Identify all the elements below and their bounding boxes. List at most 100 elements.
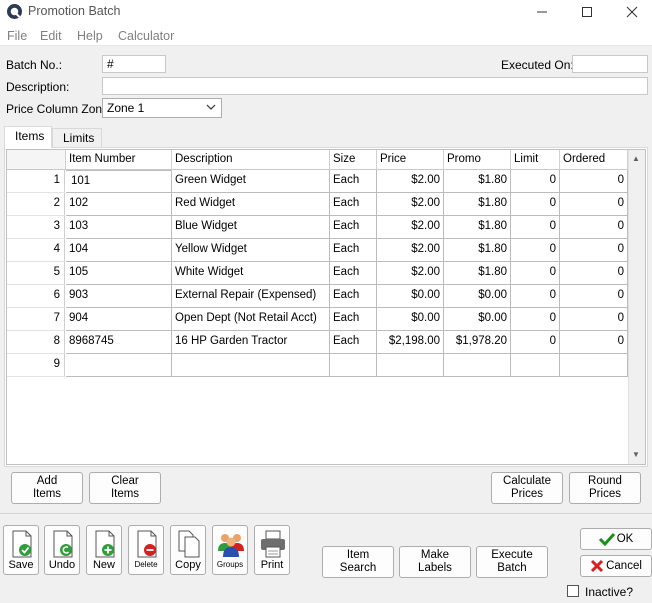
cell-price[interactable]: $0.00 [377,308,444,331]
cell-item-number[interactable]: 105 [66,262,172,285]
cell-promo[interactable]: $1.80 [444,239,511,262]
cell-description[interactable]: 16 HP Garden Tractor [172,331,330,354]
cell-ordered[interactable]: 0 [560,193,628,216]
cell-ordered[interactable]: 0 [560,170,628,193]
cell-description[interactable]: Yellow Widget [172,239,330,262]
cell-description[interactable]: Blue Widget [172,216,330,239]
batch-no-field[interactable]: # [102,55,166,73]
execute-batch-button[interactable]: Execute Batch [476,546,548,578]
cell-item-number[interactable]: 102 [66,193,172,216]
cancel-button[interactable]: Cancel [580,555,652,577]
item-search-button[interactable]: Item Search [322,546,394,578]
cell-ordered[interactable]: 0 [560,262,628,285]
executed-on-field[interactable] [572,55,648,73]
ok-button[interactable]: OK [580,528,652,550]
cell-ordered[interactable] [560,354,628,377]
col-limit[interactable]: Limit [511,150,560,170]
cell-limit[interactable]: 0 [511,193,560,216]
cell-price[interactable]: $2.00 [377,170,444,193]
cell-limit[interactable]: 0 [511,331,560,354]
cell-description[interactable] [172,354,330,377]
delete-button[interactable]: Delete [128,525,164,575]
tab-items[interactable]: Items [4,126,52,148]
cell-price[interactable] [377,354,444,377]
clear-items-button[interactable]: Clear Items [89,472,161,504]
scroll-down-icon[interactable]: ▼ [632,450,640,459]
col-item-number[interactable]: Item Number [66,150,172,170]
cell-ordered[interactable]: 0 [560,285,628,308]
cell-price[interactable]: $2,198.00 [377,331,444,354]
cell-price[interactable]: $2.00 [377,216,444,239]
make-labels-button[interactable]: Make Labels [399,546,471,578]
cell-promo[interactable] [444,354,511,377]
cell-description[interactable]: Open Dept (Not Retail Acct) [172,308,330,331]
col-description[interactable]: Description [172,150,330,170]
cell-price[interactable]: $2.00 [377,239,444,262]
items-grid[interactable]: Item Number Description Size Price Promo… [6,149,646,465]
cell-size[interactable]: Each [330,170,377,193]
cell-limit[interactable]: 0 [511,239,560,262]
tab-limits[interactable]: Limits [52,128,102,148]
col-ordered[interactable]: Ordered [560,150,628,170]
cell-promo[interactable]: $1.80 [444,262,511,285]
cell-limit[interactable] [511,354,560,377]
copy-button[interactable]: Copy [170,525,206,575]
scroll-up-icon[interactable]: ▲ [632,154,640,163]
cell-promo[interactable]: $1,978.20 [444,331,511,354]
cell-item-number[interactable]: 904 [66,308,172,331]
cell-item-number[interactable]: 101 [66,170,172,193]
col-promo[interactable]: Promo [444,150,511,170]
minimize-icon[interactable] [520,0,564,24]
cell-size[interactable]: Each [330,216,377,239]
print-button[interactable]: Print [254,525,290,575]
cell-promo[interactable]: $0.00 [444,308,511,331]
cell-ordered[interactable]: 0 [560,308,628,331]
cell-description[interactable]: White Widget [172,262,330,285]
cell-ordered[interactable]: 0 [560,216,628,239]
cell-promo[interactable]: $1.80 [444,170,511,193]
cell-limit[interactable]: 0 [511,216,560,239]
cell-description[interactable]: Red Widget [172,193,330,216]
col-price[interactable]: Price [377,150,444,170]
maximize-icon[interactable] [565,0,609,24]
cell-promo[interactable]: $1.80 [444,216,511,239]
cell-size[interactable]: Each [330,308,377,331]
inactive-checkbox[interactable] [567,585,579,597]
menu-calculator[interactable]: Calculator [118,29,174,43]
cell-promo[interactable]: $0.00 [444,285,511,308]
new-button[interactable]: New [86,525,122,575]
description-field[interactable] [102,77,648,95]
cell-limit[interactable]: 0 [511,308,560,331]
cell-size[interactable]: Each [330,239,377,262]
cell-limit[interactable]: 0 [511,170,560,193]
cell-item-number[interactable] [66,354,172,377]
cell-size[interactable]: Each [330,285,377,308]
cell-size[interactable]: Each [330,262,377,285]
grid-vertical-scrollbar[interactable]: ▲ ▼ [628,150,645,464]
cell-ordered[interactable]: 0 [560,239,628,262]
col-size[interactable]: Size [330,150,377,170]
cell-item-number[interactable]: 103 [66,216,172,239]
cell-description[interactable]: Green Widget [172,170,330,193]
cell-ordered[interactable]: 0 [560,331,628,354]
cell-price[interactable]: $2.00 [377,193,444,216]
cell-price[interactable]: $0.00 [377,285,444,308]
cell-item-number[interactable]: 903 [66,285,172,308]
close-icon[interactable] [610,0,652,24]
cell-size[interactable]: Each [330,193,377,216]
cell-limit[interactable]: 0 [511,262,560,285]
cell-size[interactable]: Each [330,331,377,354]
menu-edit[interactable]: Edit [40,29,62,43]
cell-price[interactable]: $2.00 [377,262,444,285]
groups-button[interactable]: Groups [212,525,248,575]
menu-help[interactable]: Help [77,29,103,43]
round-prices-button[interactable]: Round Prices [569,472,641,504]
cell-limit[interactable]: 0 [511,285,560,308]
add-items-button[interactable]: Add Items [11,472,83,504]
cell-promo[interactable]: $1.80 [444,193,511,216]
menu-file[interactable]: File [7,29,27,43]
save-button[interactable]: Save [3,525,39,575]
calculate-prices-button[interactable]: Calculate Prices [491,472,563,504]
cell-item-number[interactable]: 104 [66,239,172,262]
undo-button[interactable]: Undo [44,525,80,575]
